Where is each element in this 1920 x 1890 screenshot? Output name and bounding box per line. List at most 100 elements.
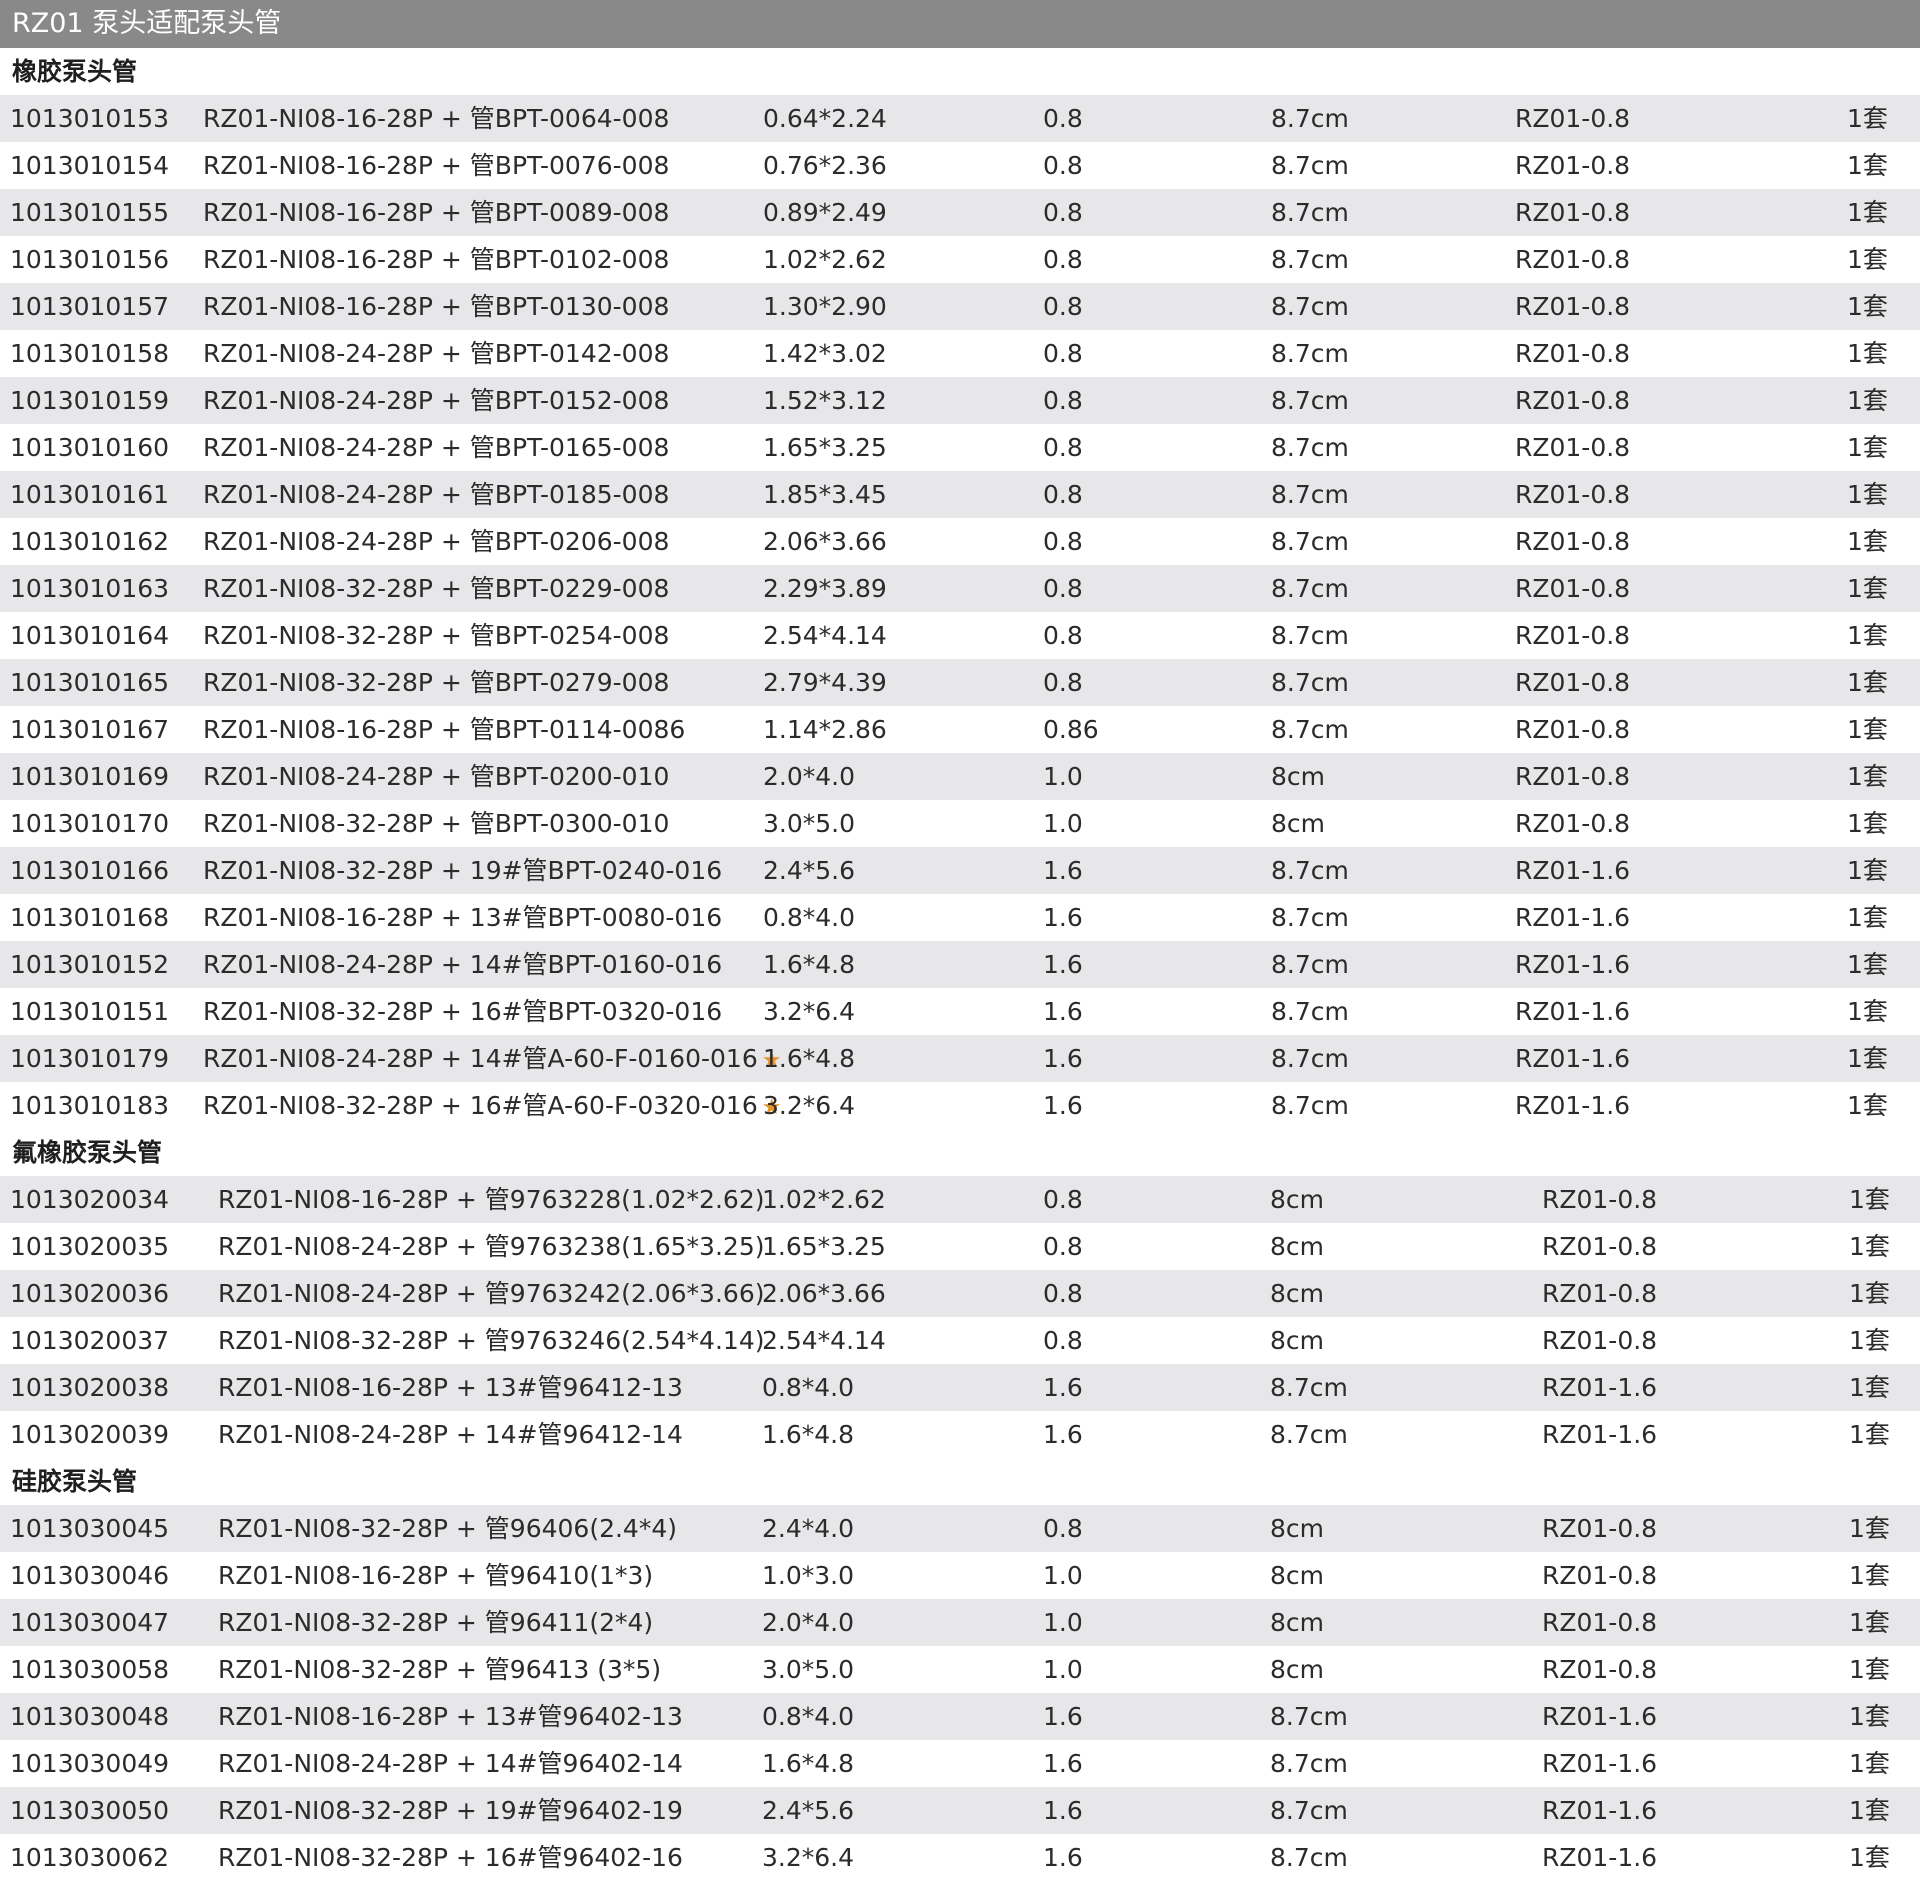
- quantity-text: 1套: [1847, 762, 1888, 791]
- part-code-cell: 1013010179: [10, 1035, 169, 1082]
- part-code-cell: 1013020038: [10, 1364, 169, 1411]
- quantity-cell: 1套: [1849, 1834, 1890, 1881]
- table-row: 1013010183 RZ01-NI08-32-28P + 16#管A-60-F-…: [0, 1082, 1920, 1129]
- tube-length-cell: 8.7cm: [1271, 377, 1349, 424]
- quantity-text: 1套: [1847, 151, 1888, 180]
- table-row: 1013030048 RZ01-NI08-16-28P + 13#管96402-1…: [0, 1693, 1920, 1740]
- part-code-text: 1013010164: [10, 621, 170, 650]
- pump-fit-cell: RZ01-1.6: [1542, 1740, 1657, 1787]
- wall-thickness-text: 0.8: [1043, 151, 1083, 180]
- tube-size-cell: 0.8*4.0: [763, 894, 855, 941]
- wall-thickness-text: 0.8: [1043, 198, 1083, 227]
- wall-thickness-cell: 1.6: [1043, 1035, 1083, 1082]
- table-row: 1013030046 RZ01-NI08-16-28P + 管96410(1*3)…: [0, 1552, 1920, 1599]
- pump-fit-text: RZ01-0.8: [1515, 245, 1631, 274]
- tube-size-cell: 3.2*6.4: [762, 1834, 854, 1881]
- tube-length-cell: 8.7cm: [1271, 612, 1349, 659]
- tube-length-text: 8.7cm: [1270, 1843, 1348, 1872]
- model-spec-cell: RZ01-NI08-24-28P + 管BPT-0165-008: [203, 424, 669, 471]
- tube-length-cell: 8.7cm: [1271, 471, 1349, 518]
- quantity-cell: 1套: [1849, 1646, 1890, 1693]
- tube-length-text: 8.7cm: [1271, 715, 1349, 744]
- quantity-text: 1套: [1849, 1749, 1890, 1778]
- table-row: 1013010166 RZ01-NI08-32-28P + 19#管BPT-024…: [0, 847, 1920, 894]
- tube-size-cell: 1.30*2.90: [763, 283, 887, 330]
- wall-thickness-text: 1.6: [1043, 903, 1083, 932]
- tube-length-text: 8.7cm: [1271, 527, 1349, 556]
- pump-fit-text: RZ01-0.8: [1515, 621, 1631, 650]
- quantity-cell: 1套: [1847, 659, 1888, 706]
- pump-fit-text: RZ01-0.8: [1542, 1232, 1658, 1261]
- pump-fit-text: RZ01-1.6: [1542, 1420, 1658, 1449]
- tube-size-cell: 0.8*4.0: [762, 1364, 854, 1411]
- model-spec-cell: RZ01-NI08-32-28P + 管96413 (3*5): [218, 1646, 661, 1693]
- part-code-text: 1013010162: [10, 527, 170, 556]
- tube-size-cell: 2.06*3.66: [763, 518, 887, 565]
- model-spec-cell: RZ01-NI08-24-28P + 管9763242(2.06*3.66): [218, 1270, 764, 1317]
- model-spec-cell: RZ01-NI08-16-28P + 管BPT-0064-008: [203, 95, 669, 142]
- tube-length-cell: 8.7cm: [1270, 1693, 1348, 1740]
- tube-length-text: 8cm: [1270, 1514, 1325, 1543]
- tube-size-text: 2.54*4.14: [762, 1326, 886, 1355]
- wall-thickness-text: 1.0: [1043, 1608, 1083, 1637]
- quantity-cell: 1套: [1847, 471, 1888, 518]
- part-code-cell: 1013010164: [10, 612, 169, 659]
- model-spec-text: RZ01-NI08-24-28P + 管BPT-0152-008: [203, 386, 670, 415]
- wall-thickness-text: 0.8: [1043, 433, 1083, 462]
- tube-length-text: 8.7cm: [1271, 574, 1349, 603]
- model-spec-cell: RZ01-NI08-16-28P + 管96410(1*3): [218, 1552, 653, 1599]
- part-code-cell: 1013010167: [10, 706, 169, 753]
- pump-fit-cell: RZ01-0.8: [1515, 800, 1630, 847]
- wall-thickness-cell: 0.8: [1043, 1176, 1083, 1223]
- part-code-cell: 1013030045: [10, 1505, 169, 1552]
- part-code-cell: 1013010158: [10, 330, 169, 377]
- table-row: 1013010168 RZ01-NI08-16-28P + 13#管BPT-008…: [0, 894, 1920, 941]
- tube-size-text: 1.02*2.62: [763, 245, 887, 274]
- wall-thickness-cell: 1.6: [1043, 1411, 1083, 1458]
- model-spec-text: RZ01-NI08-32-28P + 管BPT-0229-008: [203, 574, 670, 603]
- model-spec-cell: RZ01-NI08-16-28P + 13#管BPT-0080-016: [203, 894, 722, 941]
- tube-size-cell: 2.4*4.0: [762, 1505, 854, 1552]
- quantity-text: 1套: [1849, 1796, 1890, 1825]
- model-spec-text: RZ01-NI08-24-28P + 管9763242(2.06*3.66): [218, 1279, 765, 1308]
- pump-fit-text: RZ01-1.6: [1542, 1796, 1658, 1825]
- model-spec-cell: RZ01-NI08-24-28P + 14#管BPT-0160-016: [203, 941, 722, 988]
- tube-size-cell: 3.2*6.4: [763, 1082, 855, 1129]
- pump-fit-text: RZ01-0.8: [1515, 151, 1631, 180]
- tube-size-cell: 0.64*2.24: [763, 95, 887, 142]
- quantity-cell: 1套: [1847, 800, 1888, 847]
- tube-length-cell: 8.7cm: [1271, 941, 1349, 988]
- tube-size-text: 3.2*6.4: [762, 1843, 855, 1872]
- pump-fit-cell: RZ01-1.6: [1515, 1035, 1630, 1082]
- section-1: 橡胶泵头管 1013010153 RZ01-NI08-16-28P + 管BPT-0…: [0, 48, 1920, 1129]
- part-code-text: 1013010160: [10, 433, 170, 462]
- wall-thickness-cell: 0.8: [1043, 189, 1083, 236]
- wall-thickness-cell: 0.8: [1043, 565, 1083, 612]
- tube-size-cell: 1.65*3.25: [762, 1223, 886, 1270]
- table-row: 1013010179 RZ01-NI08-24-28P + 14#管A-60-F-…: [0, 1035, 1920, 1082]
- pump-fit-text: RZ01-0.8: [1542, 1655, 1658, 1684]
- part-code-text: 1013010167: [10, 715, 170, 744]
- table-row: 1013010160 RZ01-NI08-24-28P + 管BPT-0165-0…: [0, 424, 1920, 471]
- tube-size-cell: 3.2*6.4: [763, 988, 855, 1035]
- part-code-text: 1013010161: [10, 480, 170, 509]
- wall-thickness-text: 1.6: [1043, 1843, 1083, 1872]
- quantity-text: 1套: [1847, 433, 1888, 462]
- tube-size-cell: 3.0*5.0: [763, 800, 855, 847]
- tube-length-cell: 8cm: [1270, 1176, 1324, 1223]
- model-spec-cell: RZ01-NI08-24-28P + 管BPT-0185-008: [203, 471, 669, 518]
- tube-size-text: 2.29*3.89: [763, 574, 887, 603]
- quantity-cell: 1套: [1849, 1787, 1890, 1834]
- pump-fit-text: RZ01-0.8: [1515, 386, 1631, 415]
- wall-thickness-text: 0.8: [1043, 668, 1083, 697]
- table-row: 1013010167 RZ01-NI08-16-28P + 管BPT-0114-0…: [0, 706, 1920, 753]
- tube-size-text: 0.8*4.0: [762, 1373, 855, 1402]
- quantity-cell: 1套: [1847, 894, 1888, 941]
- part-code-text: 1013010159: [10, 386, 170, 415]
- part-code-text: 1013020038: [10, 1373, 170, 1402]
- tube-size-text: 1.30*2.90: [763, 292, 887, 321]
- quantity-cell: 1套: [1847, 189, 1888, 236]
- section-heading: 氟橡胶泵头管: [0, 1129, 1920, 1176]
- model-spec-text: RZ01-NI08-16-28P + 13#管96412-13: [218, 1373, 683, 1402]
- tube-length-text: 8.7cm: [1271, 1091, 1349, 1120]
